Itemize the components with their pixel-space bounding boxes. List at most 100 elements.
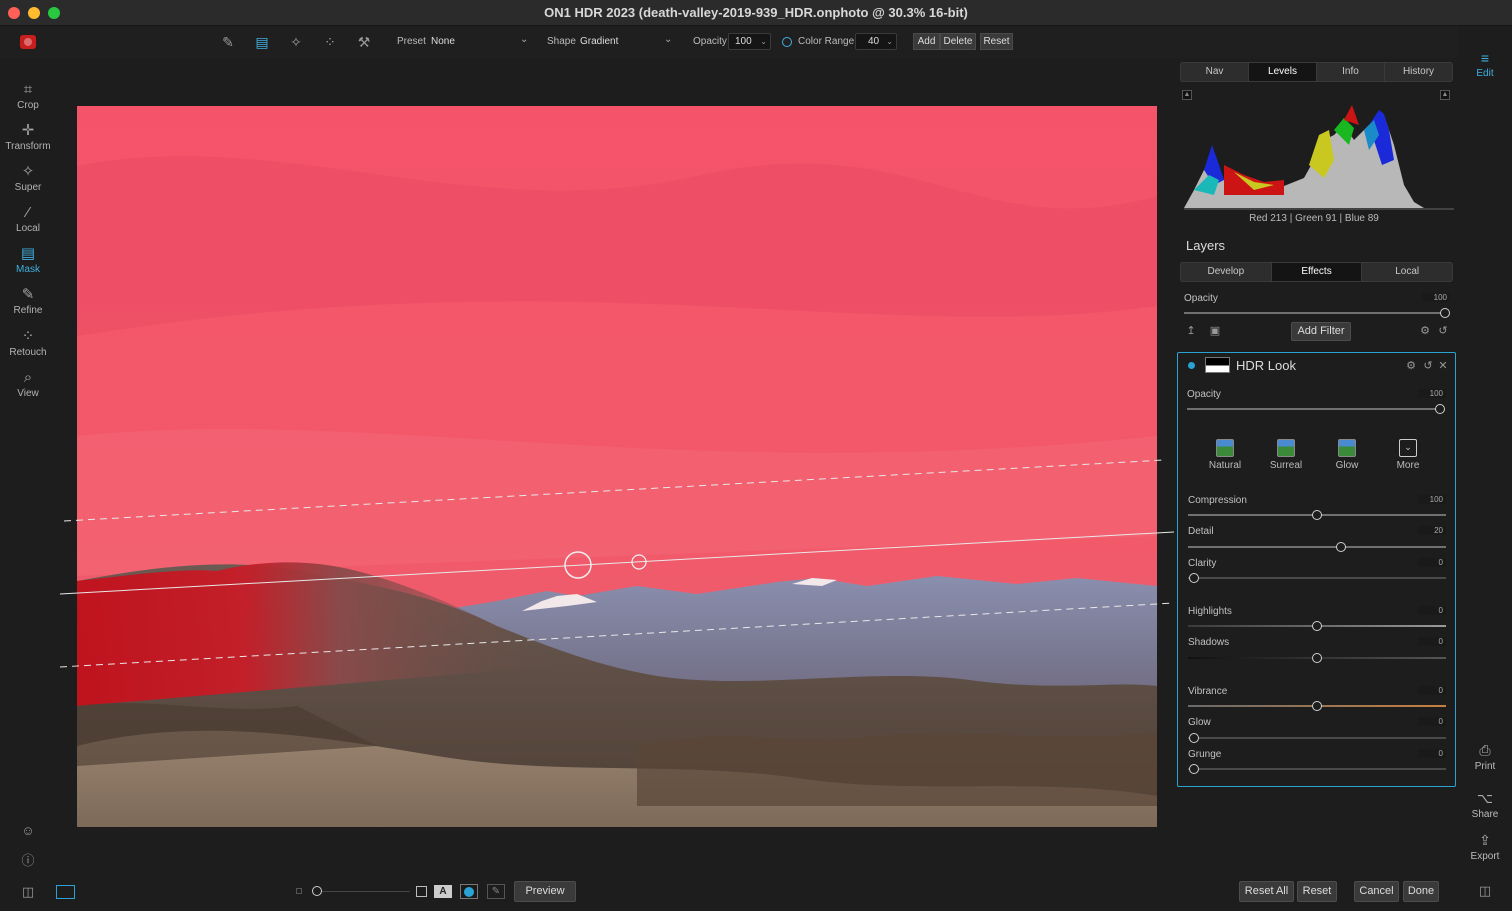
tab-effects[interactable]: Effects xyxy=(1271,263,1363,281)
filter-opacity-value[interactable]: 100 xyxy=(1418,389,1446,398)
zoom-in-icon[interactable] xyxy=(416,886,427,897)
chisel-tool-icon[interactable]: ⁘ xyxy=(320,32,340,52)
tab-info[interactable]: Info xyxy=(1317,63,1385,81)
browser-toggle-icon[interactable]: ◫ xyxy=(19,884,37,900)
zoom-out-icon[interactable] xyxy=(296,888,302,894)
opacity-input[interactable]: 100 ⌄ xyxy=(728,33,771,50)
highlights-value[interactable]: 0 xyxy=(1418,606,1446,615)
shape-select[interactable]: Gradient xyxy=(580,36,618,47)
preset-select[interactable]: None xyxy=(431,36,455,47)
preview-button[interactable]: Preview xyxy=(514,881,576,902)
preset-glow-label: Glow xyxy=(1335,460,1359,471)
retouch-tool[interactable]: ⁘ Retouch xyxy=(0,327,56,367)
done-button[interactable]: Done xyxy=(1403,881,1439,902)
gradient-mask-tool-icon[interactable]: ▤ xyxy=(252,32,272,52)
clarity-value[interactable]: 0 xyxy=(1418,558,1446,567)
tool-options-bar: ✎ ▤ ✧ ⁘ ⚒ Preset None ⌄ Shape Gradient ⌄… xyxy=(0,26,1512,58)
delete-button[interactable]: Delete xyxy=(940,33,976,50)
filter-settings-gear-icon[interactable]: ⚙ xyxy=(1404,359,1418,372)
preset-surreal[interactable]: Surreal xyxy=(1261,439,1311,471)
reset-button[interactable]: Reset xyxy=(980,33,1013,50)
layer-opacity-track[interactable] xyxy=(1184,312,1444,314)
blur-tool-icon[interactable]: ⚒ xyxy=(354,32,374,52)
layer-opacity-knob[interactable] xyxy=(1440,308,1450,318)
glow-value[interactable]: 0 xyxy=(1418,717,1446,726)
compression-value[interactable]: 100 xyxy=(1418,495,1446,504)
ai-quick-mask-icon[interactable]: ✧ xyxy=(286,32,306,52)
module-rail: ≡ Edit ⎙ Print ⌥ Share ⇪ Export ◫ xyxy=(1458,26,1512,911)
edit-module[interactable]: ≡ Edit xyxy=(1458,50,1512,79)
super-brush-tool[interactable]: ✧ Super xyxy=(0,162,56,202)
vibrance-knob[interactable] xyxy=(1312,701,1322,711)
shadows-knob[interactable] xyxy=(1312,653,1322,663)
detail-value[interactable]: 20 xyxy=(1418,526,1446,535)
layer-settings-gear-icon[interactable]: ⚙ xyxy=(1418,324,1432,337)
filter-mask-thumbnail[interactable] xyxy=(1205,357,1230,373)
preset-glow[interactable]: Glow xyxy=(1322,439,1372,471)
detail-knob[interactable] xyxy=(1336,542,1346,552)
brush-tool-icon[interactable]: ✎ xyxy=(218,32,238,52)
tab-local[interactable]: Local xyxy=(1362,263,1452,281)
mask-icon: ▤ xyxy=(20,245,36,262)
filter-opacity-label: Opacity xyxy=(1187,389,1221,400)
local-brush-tool[interactable]: ⁄ Local xyxy=(0,203,56,243)
layer-reset-icon[interactable]: ↺ xyxy=(1436,324,1450,337)
brush-overlay-icon[interactable]: ✎ xyxy=(487,884,505,899)
export-module[interactable]: ⇪ Export xyxy=(1458,832,1512,862)
filter-opacity-track[interactable] xyxy=(1187,408,1439,410)
highlights-knob[interactable] xyxy=(1312,621,1322,631)
crop-tool[interactable]: ⌗ Crop xyxy=(0,80,56,120)
vibrance-value[interactable]: 0 xyxy=(1418,686,1446,695)
filter-reset-icon[interactable]: ↺ xyxy=(1421,359,1435,372)
grunge-knob[interactable] xyxy=(1189,764,1199,774)
import-layer-icon[interactable]: ↥ xyxy=(1184,324,1198,337)
compare-view-icon[interactable] xyxy=(56,885,75,899)
color-range-toggle-icon[interactable] xyxy=(782,37,792,47)
mask-thumbnail-icon[interactable]: ▣ xyxy=(1207,324,1223,337)
cancel-button[interactable]: Cancel xyxy=(1354,881,1399,902)
super-label: Super xyxy=(14,182,42,193)
glow-track[interactable] xyxy=(1188,737,1446,739)
preset-natural[interactable]: Natural xyxy=(1200,439,1250,471)
reset-all-button[interactable]: Reset All xyxy=(1239,881,1294,902)
view-tool[interactable]: ⌕ View xyxy=(0,368,56,408)
image-canvas[interactable] xyxy=(77,106,1157,827)
shape-chevron-down-icon[interactable]: ⌄ xyxy=(664,34,672,45)
color-range-input[interactable]: 40 ⌄ xyxy=(855,33,897,50)
refine-tool[interactable]: ✎ Refine xyxy=(0,285,56,325)
add-filter-button[interactable]: Add Filter xyxy=(1291,322,1351,341)
layer-opacity-value[interactable]: 100 xyxy=(1422,293,1450,302)
detail-track[interactable] xyxy=(1188,546,1446,548)
preset-chevron-down-icon[interactable]: ⌄ xyxy=(520,34,528,45)
opacity-dropdown-icon: ⌄ xyxy=(760,37,767,46)
panel-toggle-icon[interactable]: ◫ xyxy=(1476,883,1494,899)
auto-icon[interactable]: A xyxy=(434,885,452,898)
refine-icon: ✎ xyxy=(21,286,35,303)
filter-opacity-knob[interactable] xyxy=(1435,404,1445,414)
shadows-value[interactable]: 0 xyxy=(1418,637,1446,646)
add-button[interactable]: Add xyxy=(913,33,940,50)
tab-levels[interactable]: Levels xyxy=(1249,63,1317,81)
help-icon[interactable]: ⓘ xyxy=(20,850,36,868)
transform-tool[interactable]: ✛ Transform xyxy=(0,121,56,161)
zoom-slider-knob[interactable] xyxy=(312,886,322,896)
reset-bottom-button[interactable]: Reset xyxy=(1297,881,1337,902)
user-icon[interactable]: ☺ xyxy=(20,823,36,839)
zoom-slider-track[interactable] xyxy=(322,891,410,892)
glow-knob[interactable] xyxy=(1189,733,1199,743)
clarity-knob[interactable] xyxy=(1189,573,1199,583)
filter-close-icon[interactable]: ✕ xyxy=(1437,359,1449,372)
mask-view-toggle[interactable] xyxy=(460,884,478,899)
grunge-value[interactable]: 0 xyxy=(1418,749,1446,758)
tab-history[interactable]: History xyxy=(1385,63,1452,81)
mask-tool[interactable]: ▤ Mask xyxy=(0,244,56,284)
tab-develop[interactable]: Develop xyxy=(1181,263,1272,281)
clarity-track[interactable] xyxy=(1188,577,1446,579)
compression-knob[interactable] xyxy=(1312,510,1322,520)
filter-enabled-indicator[interactable] xyxy=(1188,362,1195,369)
tab-nav[interactable]: Nav xyxy=(1181,63,1249,81)
preset-more[interactable]: ⌄ More xyxy=(1383,439,1433,471)
print-module[interactable]: ⎙ Print xyxy=(1458,742,1512,772)
share-module[interactable]: ⌥ Share xyxy=(1458,790,1512,820)
grunge-track[interactable] xyxy=(1188,768,1446,770)
